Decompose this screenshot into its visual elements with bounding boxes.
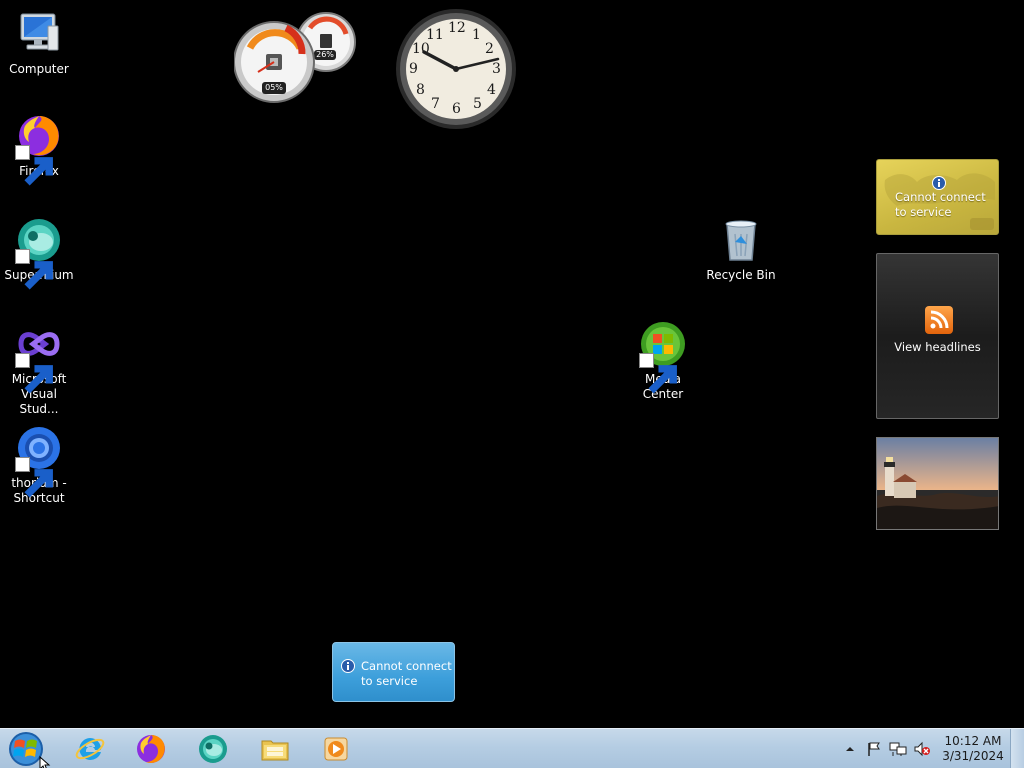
desktop-icon-visual-studio[interactable]: Microsoft Visual Stud... [1,320,77,417]
supermium-icon [15,216,63,290]
shortcut-arrow-icon [639,353,677,394]
clock-time: 10:12 AM [944,734,1002,748]
firefox-icon [15,112,63,186]
clock-number: 4 [487,82,496,98]
media-player-icon [324,737,348,761]
clock-date: 3/31/2024 [942,749,1004,763]
desktop-icon-recycle-bin[interactable]: Recycle Bin [703,216,779,283]
taskbar-firefox[interactable] [123,731,179,767]
clock-face-numbers: 12 1 2 3 4 5 6 7 8 9 10 11 [395,8,517,130]
taskbar-windows-explorer[interactable] [247,731,303,767]
chevron-up-icon [846,747,854,751]
desktop-icon-thorium[interactable]: thorium - Shortcut [1,424,77,506]
clock-number: 5 [473,96,482,112]
feed-headlines-gadget[interactable]: View headlines [876,253,999,419]
desktop-icon-media-center[interactable]: Media Center [625,320,701,402]
weather-gadget[interactable]: Cannot connect to service [876,159,999,235]
taskbar-media-player[interactable] [308,731,364,767]
clock-number: 8 [416,82,425,98]
shortcut-arrow-icon [15,249,53,290]
taskbar: 10:12 AM 3/31/2024 [0,728,1024,768]
mouse-cursor-icon [39,756,51,768]
desktop-icon-label: Computer [9,62,69,76]
info-icon [341,658,355,677]
network-icon[interactable] [888,729,908,768]
show-hidden-icons[interactable] [842,729,858,768]
computer-icon [15,10,63,58]
toast-error-message: Cannot connect to service [361,659,452,688]
clock-number: 12 [448,20,466,36]
weather-error-message: Cannot connect to service [895,190,986,219]
windows-explorer-icon [261,740,289,761]
volume-muted-icon[interactable] [912,729,932,768]
lighthouse-photo [877,438,998,529]
desktop-icon-label: Recycle Bin [706,268,776,282]
taskbar-clock[interactable]: 10:12 AM 3/31/2024 [938,734,1008,764]
supermium-icon [199,735,227,763]
clock-number: 10 [412,41,430,57]
desktop-icon-supermium[interactable]: Supermium [1,216,77,290]
clock-gadget[interactable]: 12 1 2 3 4 5 6 7 8 9 10 11 [395,8,517,130]
desktop-icon-computer[interactable]: Computer [1,10,77,77]
view-headlines-link[interactable]: View headlines [877,340,998,354]
shortcut-arrow-icon [15,353,53,394]
clock-number: 7 [431,96,440,112]
taskbar-internet-explorer[interactable] [62,731,118,767]
desktop-icon-firefox[interactable]: Firefox [1,112,77,186]
taskbar-supermium[interactable] [185,731,241,767]
clock-number: 9 [409,61,418,77]
shortcut-arrow-icon [15,145,53,186]
clock-number: 1 [472,27,481,43]
connection-toast[interactable]: Cannot connect to service [332,642,455,702]
cpu-meter-gadget[interactable]: 05% 26% [233,8,358,104]
recycle-bin-icon [717,216,765,264]
slideshow-gadget[interactable] [876,437,999,530]
clock-number: 3 [492,61,501,77]
clock-number: 11 [426,27,444,43]
thorium-icon [15,424,63,498]
start-button[interactable] [6,730,51,768]
action-center-flag-icon[interactable] [864,729,884,768]
rss-feed-icon [925,306,953,334]
firefox-icon [137,735,165,763]
clock-number: 6 [452,101,461,117]
internet-explorer-icon [75,737,105,760]
shortcut-arrow-icon [15,457,53,498]
show-desktop-button[interactable] [1010,729,1024,768]
clock-number: 2 [485,41,494,57]
media-center-icon [639,320,687,394]
memory-percent: 26% [316,50,334,59]
visual-studio-icon [15,320,63,394]
cpu-percent: 05% [265,83,283,92]
desktop[interactable]: Computer Firefox Supermium Microsoft Vis… [0,0,1024,768]
